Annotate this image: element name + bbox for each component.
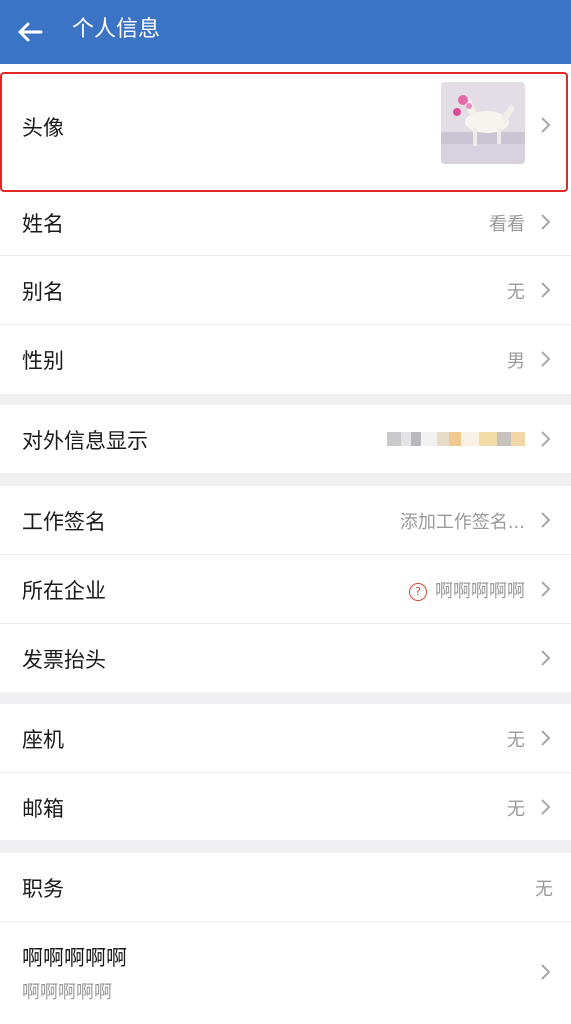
email-chevron-right-icon [541,799,551,815]
landline-chevron-right-icon [541,730,551,746]
position-row: 职务 无 [0,853,571,921]
name-chevron-right-icon [541,214,551,230]
company-label: 所在企业 [22,579,106,603]
avatar-label: 头像 [22,116,64,140]
gender-value: 男 [507,351,525,372]
custom-field-chevron-right-icon [541,964,551,980]
question-circle-icon[interactable]: ? [409,583,427,601]
name-row[interactable]: 姓名 看看 [0,190,571,256]
custom-field-row[interactable]: 啊啊啊啊啊 啊啊啊啊啊 [0,922,571,1024]
company-value-wrap: ? 啊啊啊啊啊 [409,577,525,603]
gender-row[interactable]: 性别 男 [0,325,571,393]
name-label: 姓名 [22,212,64,236]
external-info-label: 对外信息显示 [22,429,148,453]
gender-chevron-right-icon [541,351,551,367]
company-chevron-right-icon [541,581,551,597]
invoice-label: 发票抬头 [22,648,106,672]
invoice-chevron-right-icon [541,650,551,666]
landline-label: 座机 [22,728,64,752]
signature-row[interactable]: 工作签名 添加工作签名... [0,486,571,554]
external-info-chevron-right-icon [541,431,551,447]
gender-label: 性别 [22,349,64,373]
name-value: 看看 [489,214,525,235]
arrow-left-icon [18,22,43,42]
landline-value: 无 [507,730,525,751]
page-title: 个人信息 [72,17,161,42]
email-row[interactable]: 邮箱 无 [0,773,571,840]
email-label: 邮箱 [22,797,64,821]
app-header: 个人信息 [0,0,571,64]
signature-label: 工作签名 [22,510,106,534]
alias-value: 无 [507,282,525,303]
blurred-value [387,432,525,446]
signature-value: 添加工作签名... [399,512,525,533]
avatar[interactable] [441,82,525,164]
back-button[interactable] [12,14,48,50]
position-label: 职务 [22,877,64,901]
signature-chevron-right-icon [541,512,551,528]
avatar-chevron-right-icon [541,117,551,133]
alias-chevron-right-icon [541,282,551,298]
alias-label: 别名 [22,280,64,304]
company-value: 啊啊啊啊啊 [435,581,525,602]
email-value: 无 [507,799,525,820]
landline-row[interactable]: 座机 无 [0,704,571,772]
company-row[interactable]: 所在企业 ? 啊啊啊啊啊 [0,555,571,623]
custom-field-value: 啊啊啊啊啊 [22,982,112,1003]
custom-field-label: 啊啊啊啊啊 [22,946,127,970]
position-value: 无 [535,879,553,900]
alias-row[interactable]: 别名 无 [0,256,571,324]
invoice-row[interactable]: 发票抬头 [0,624,571,692]
